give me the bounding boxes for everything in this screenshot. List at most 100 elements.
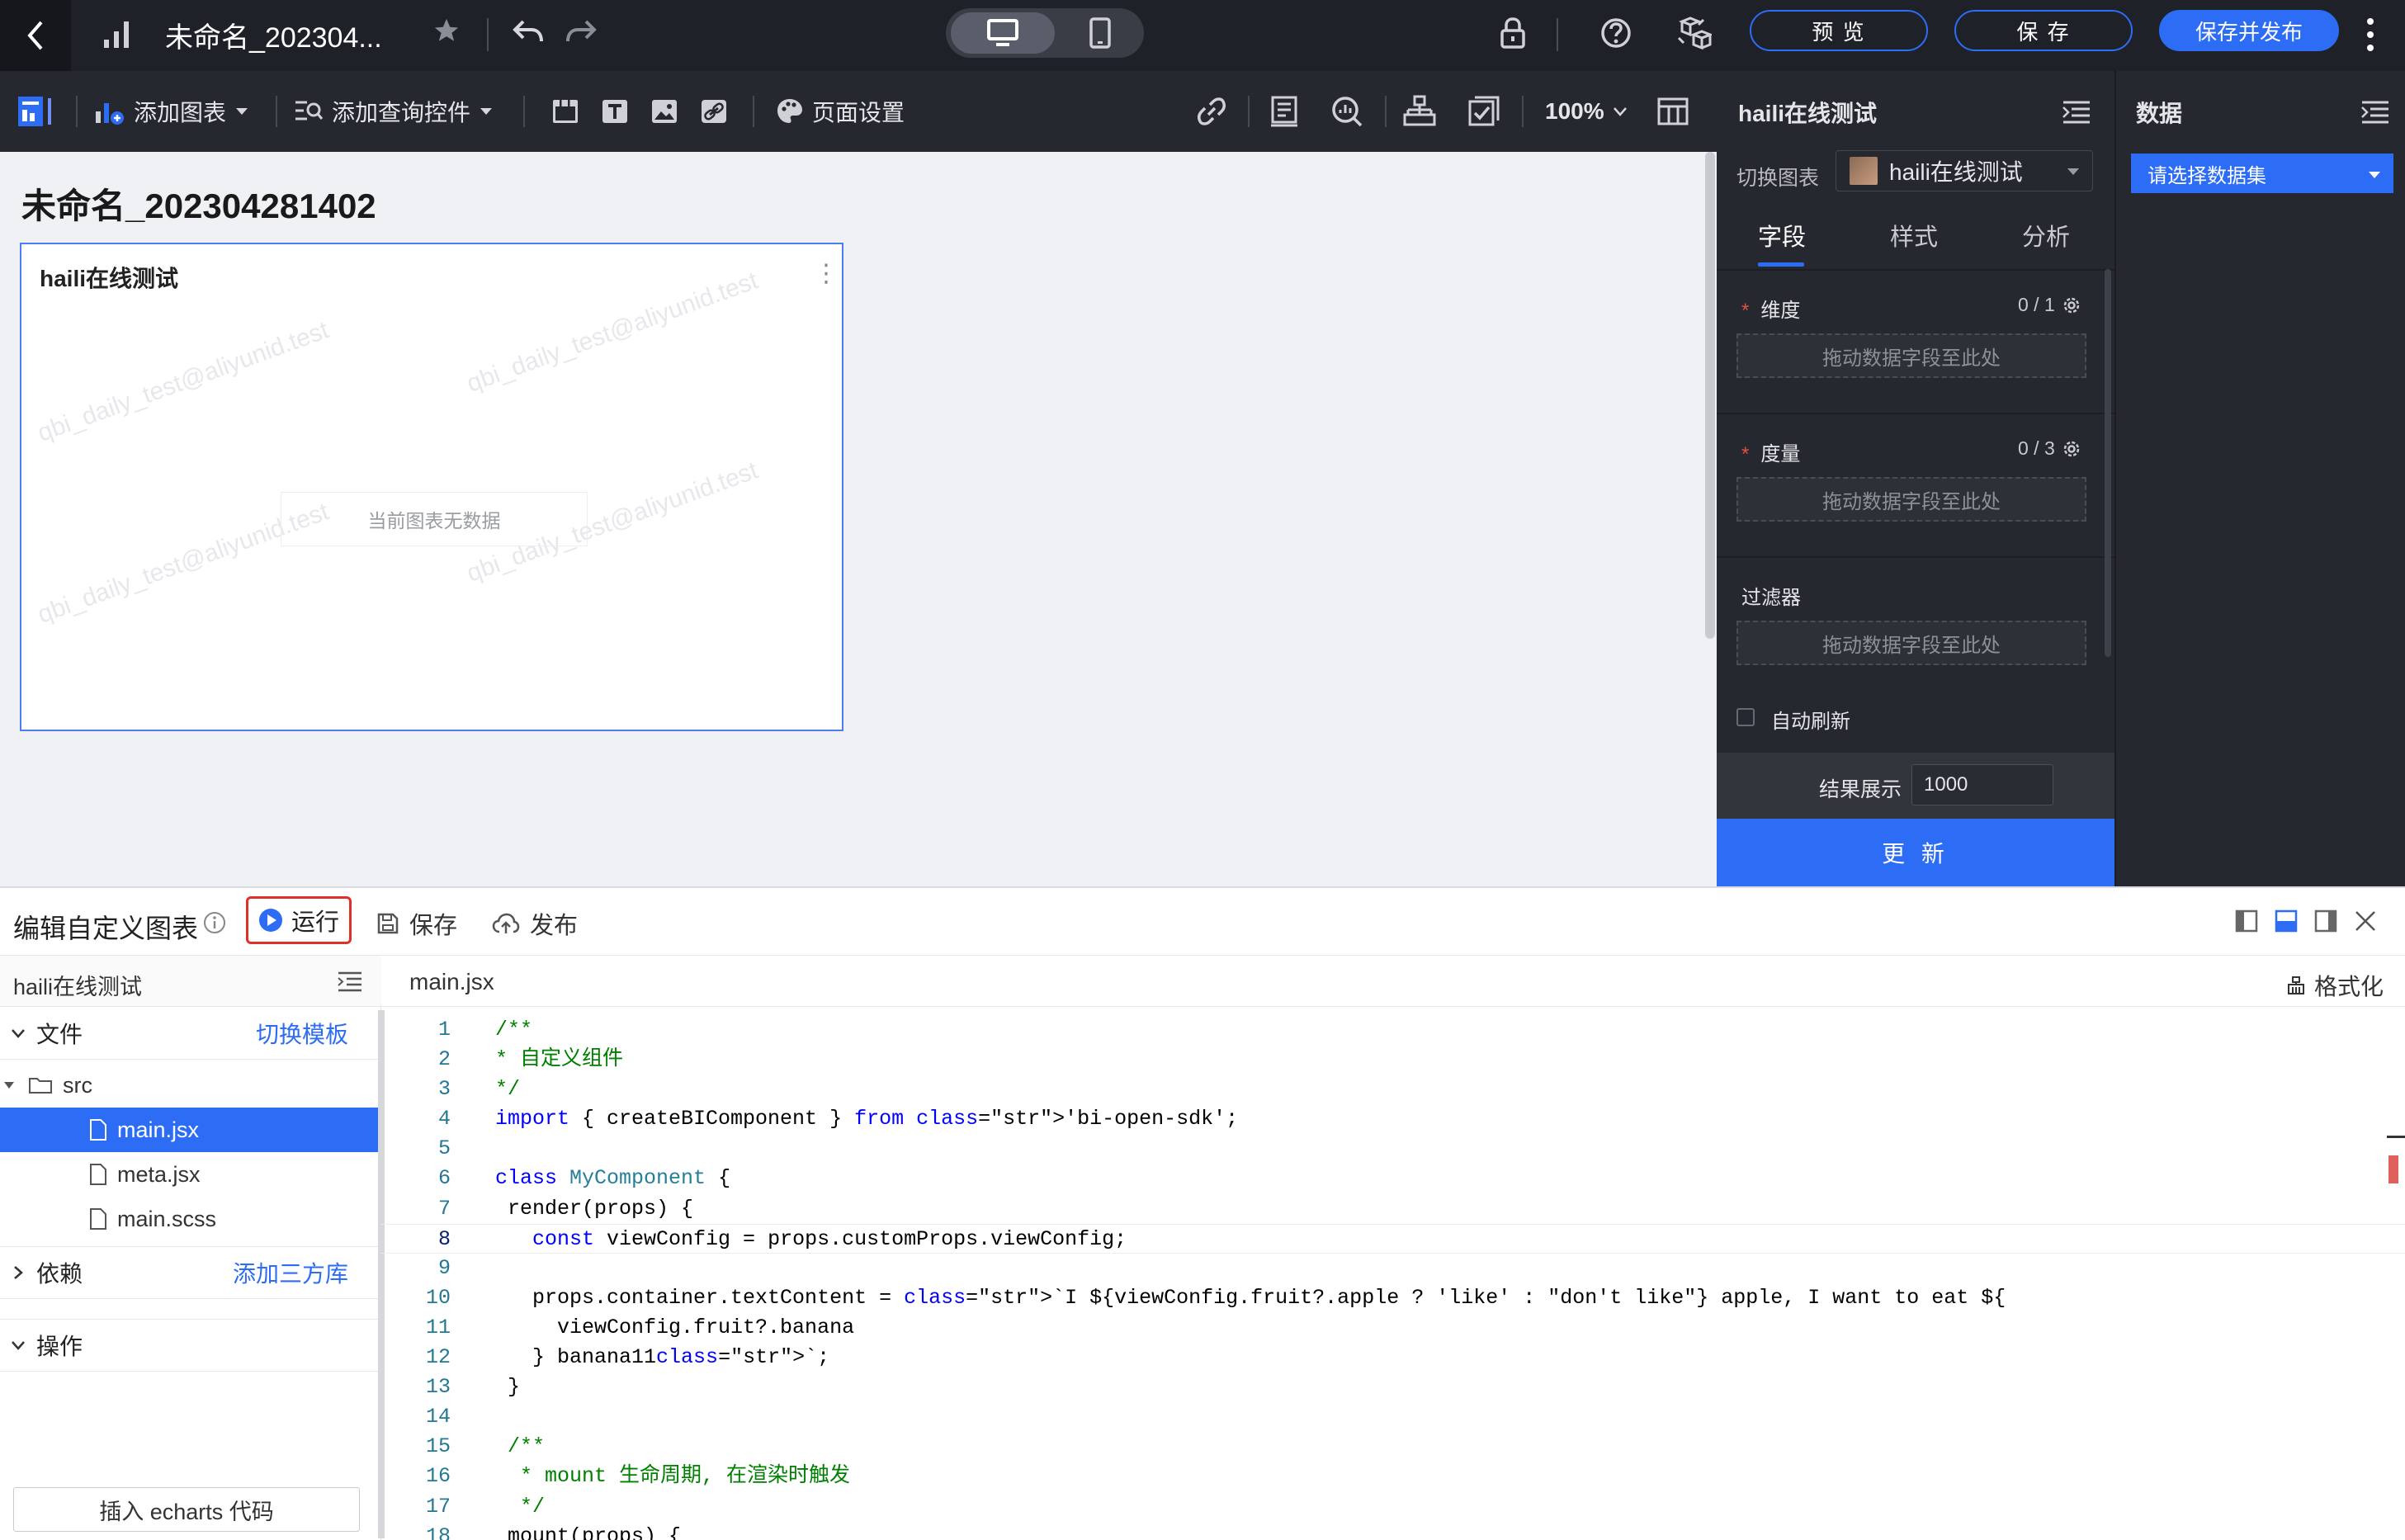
settings-icon[interactable] [2062, 295, 2081, 315]
settings-icon[interactable] [2062, 439, 2081, 459]
code-line[interactable]: 10 props.container.textContent = class="… [381, 1283, 2405, 1313]
mobile-view-button[interactable] [1061, 12, 1139, 54]
tab-analysis[interactable]: 分析 [2022, 218, 2070, 253]
code-line[interactable]: 6 class MyComponent { [381, 1164, 2405, 1193]
page-settings-button[interactable]: 页面设置 [776, 71, 905, 152]
tab-container-icon[interactable] [551, 71, 579, 152]
code-text: */ [495, 1494, 546, 1519]
add-query-control-menu[interactable]: 添加查询控件 [294, 71, 494, 152]
config-scrollbar[interactable] [2105, 269, 2111, 657]
collapse-menu-icon[interactable] [337, 971, 363, 994]
text-icon[interactable] [601, 71, 629, 152]
dimension-dropzone[interactable]: 拖动数据字段至此处 [1736, 333, 2086, 378]
code-line[interactable]: 15 /** [381, 1432, 2405, 1462]
result-count-input[interactable] [1911, 764, 2053, 805]
lock-icon[interactable] [1498, 17, 1528, 50]
code-line[interactable]: 18 mount(props) { [381, 1522, 2405, 1540]
document-title[interactable]: 未命名_202304... [165, 15, 382, 55]
cube-share-icon[interactable] [1675, 15, 1712, 51]
layout-grid-icon[interactable] [1657, 71, 1689, 152]
code-line[interactable]: 8 const viewConfig = props.customProps.v… [381, 1223, 2405, 1254]
code-line[interactable]: 11 viewConfig.fruit?.banana [381, 1313, 2405, 1343]
code-editor[interactable]: main.jsx 格式化 1 /** 2 * 自定义组件 3 */ 4 import { cr… [381, 956, 2405, 1540]
collapse-menu-icon[interactable] [2360, 99, 2390, 125]
image-icon[interactable] [650, 71, 678, 152]
tab-fields[interactable]: 字段 [1758, 218, 1806, 253]
editor-publish-button[interactable]: 发布 [492, 906, 578, 941]
layout-left-icon[interactable] [2235, 909, 2258, 933]
measure-count: 0 / 3 [2018, 437, 2081, 460]
info-icon[interactable] [203, 911, 226, 934]
code-line[interactable]: 1 /** [381, 1015, 2405, 1045]
divider [1522, 96, 1524, 127]
code-lines[interactable]: 1 /** 2 * 自定义组件 3 */ 4 import { createBICompone… [381, 1015, 2405, 1540]
file-meta-jsx[interactable]: meta.jsx [0, 1152, 380, 1197]
code-line[interactable]: 13 } [381, 1372, 2405, 1402]
layout-bottom-icon[interactable] [2275, 909, 2298, 933]
checklist-icon[interactable] [1467, 71, 1500, 152]
save-and-publish-button[interactable]: 保存并发布 [2159, 10, 2339, 51]
code-line[interactable]: 2 * 自定义组件 [381, 1045, 2405, 1075]
tab-style[interactable]: 样式 [1890, 218, 1938, 253]
back-button[interactable] [0, 0, 71, 71]
format-button[interactable]: 格式化 [2286, 969, 2384, 1002]
code-line[interactable]: 3 */ [381, 1075, 2405, 1104]
files-section-header[interactable]: 文件 切换模板 [0, 1007, 381, 1060]
dashboard-icon[interactable] [17, 71, 54, 152]
measure-dropzone[interactable]: 拖动数据字段至此处 [1736, 477, 2086, 522]
file-main-jsx[interactable]: main.jsx [0, 1108, 380, 1152]
line-number: 16 [425, 1464, 451, 1489]
update-button[interactable]: 更 新 [1717, 819, 2114, 886]
run-button[interactable]: 运行 [246, 896, 352, 944]
zoom-select[interactable]: 100% [1545, 71, 1628, 152]
auto-refresh-checkbox[interactable] [1736, 708, 1755, 726]
redo-icon[interactable] [565, 17, 598, 46]
more-vertical-icon[interactable] [2365, 15, 2375, 54]
insert-echarts-button[interactable]: 插入 echarts 代码 [13, 1487, 360, 1532]
code-line[interactable]: 16 * mount 生命周期, 在渲染时触发 [381, 1462, 2405, 1491]
save-button[interactable]: 保 存 [1954, 10, 2133, 51]
active-file-tab[interactable]: main.jsx [409, 969, 494, 995]
divider [523, 96, 525, 127]
result-display-label: 结果展示 [1819, 778, 1902, 801]
caret-down-icon [480, 108, 493, 115]
help-icon[interactable] [1599, 17, 1632, 50]
add-query-control-label: 添加查询控件 [332, 100, 471, 125]
chart-switch-select[interactable]: haili在线测试 [1836, 150, 2093, 191]
undo-icon[interactable] [512, 17, 545, 46]
link-chain-icon[interactable] [1195, 71, 1228, 152]
more-vertical-icon[interactable]: ⋮ [814, 259, 839, 288]
editor-title: 编辑自定义图表 [13, 914, 199, 943]
code-line[interactable]: 7 render(props) { [381, 1194, 2405, 1224]
canvas-scrollbar[interactable] [1705, 152, 1715, 639]
layout-right-icon[interactable] [2314, 909, 2337, 933]
star-icon[interactable] [432, 17, 461, 45]
folder-src[interactable]: src [0, 1063, 380, 1108]
search-chart-icon[interactable] [1330, 71, 1363, 152]
desktop-view-button[interactable] [951, 12, 1055, 54]
code-line[interactable]: 17 */ [381, 1492, 2405, 1522]
code-line[interactable]: 14 [381, 1402, 2405, 1432]
add-library-link[interactable]: 添加三方库 [233, 1256, 348, 1289]
code-line[interactable]: 12 } banana11class="str">`; [381, 1343, 2405, 1372]
structure-icon[interactable] [1403, 71, 1436, 152]
chart-card[interactable]: qbi_daily_test@aliyunid.test qbi_daily_t… [20, 243, 843, 731]
report-icon[interactable] [1269, 71, 1299, 152]
dataset-select[interactable]: 请选择数据集 [2131, 154, 2393, 193]
code-line[interactable]: 4 import { createBIComponent } from class… [381, 1104, 2405, 1134]
link-icon[interactable] [700, 71, 728, 152]
filter-dropzone[interactable]: 拖动数据字段至此处 [1736, 621, 2086, 665]
code-line[interactable]: 9 [381, 1254, 2405, 1283]
file-main-scss[interactable]: main.scss [0, 1197, 380, 1241]
close-icon[interactable] [2354, 909, 2377, 933]
deps-section-header[interactable]: 依赖 添加三方库 [0, 1246, 381, 1299]
preview-button[interactable]: 预 览 [1750, 10, 1928, 51]
ops-section-header[interactable]: 操作 [0, 1319, 381, 1372]
collapse-menu-icon[interactable] [2062, 99, 2091, 125]
code-line[interactable]: 5 [381, 1134, 2405, 1164]
editor-save-button[interactable]: 保存 [376, 906, 457, 941]
measure-label-text: 度量 [1760, 443, 1801, 465]
switch-template-link[interactable]: 切换模板 [256, 1017, 348, 1050]
add-chart-menu[interactable]: 添加图表 [94, 71, 249, 152]
page-title[interactable]: 未命名_202304281402 [21, 178, 376, 229]
